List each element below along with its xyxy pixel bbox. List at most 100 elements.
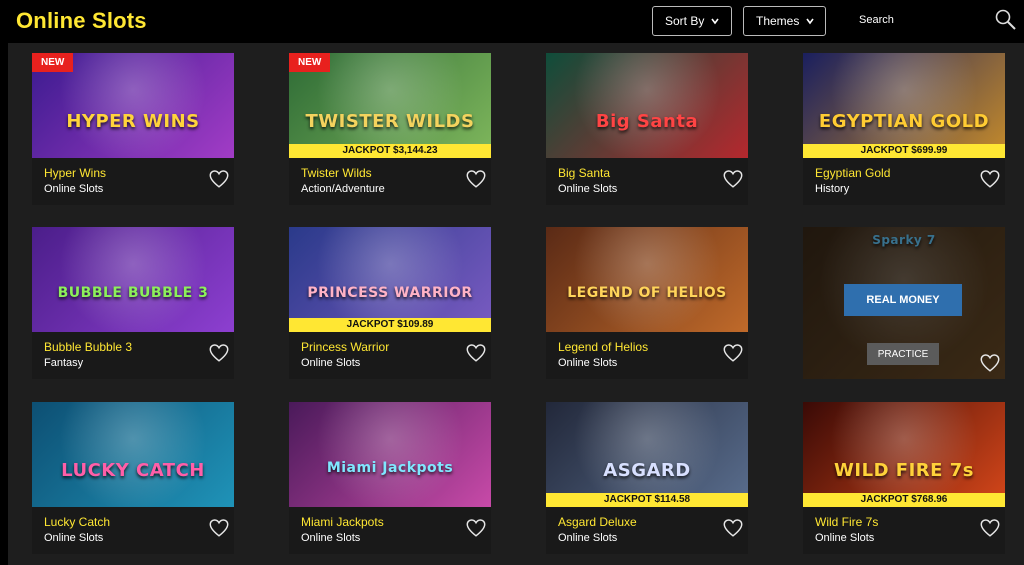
heart-icon[interactable] bbox=[979, 517, 1001, 539]
game-name[interactable]: Twister Wilds bbox=[301, 166, 372, 180]
game-logo: LEGEND OF HELIOS bbox=[567, 285, 727, 301]
new-badge: NEW bbox=[289, 53, 331, 72]
practice-button[interactable]: PRACTICE bbox=[867, 343, 939, 365]
game-tile[interactable]: Big Santa Big Santa Online Slots bbox=[546, 53, 748, 205]
game-tile[interactable]: ASGARD JACKPOT $114.58 Asgard Deluxe Online… bbox=[546, 402, 748, 554]
game-category: Online Slots bbox=[558, 183, 618, 195]
game-tile[interactable]: Miami Jackpots Miami Jackpots Online Slots bbox=[289, 402, 491, 554]
game-tile[interactable]: TWISTER WILDS NEW JACKPOT $3,144.23 Twister… bbox=[289, 53, 491, 205]
real-money-button[interactable]: REAL MONEY bbox=[844, 284, 962, 316]
game-logo: ASGARD bbox=[603, 460, 691, 481]
game-thumbnail[interactable]: HYPER WINS NEW bbox=[32, 53, 234, 158]
thumbnail-art bbox=[546, 227, 748, 332]
game-tile[interactable]: BUBBLE BUBBLE 3 Bubble Bubble 3 Fantasy bbox=[32, 227, 234, 379]
game-logo: LUCKY CATCH bbox=[61, 460, 205, 481]
search-icon[interactable] bbox=[994, 8, 1018, 32]
thumbnail-art bbox=[546, 402, 748, 507]
chevron-down-icon bbox=[711, 18, 719, 25]
game-tile[interactable]: WILD FIRE 7s JACKPOT $768.96 Wild Fire 7s O… bbox=[803, 402, 1005, 554]
game-thumbnail[interactable]: ASGARD bbox=[546, 402, 748, 507]
game-info: Lucky Catch Online Slots bbox=[32, 507, 234, 554]
game-info: Asgard Deluxe Online Slots bbox=[546, 507, 748, 554]
heart-icon[interactable] bbox=[465, 517, 487, 539]
game-category: Fantasy bbox=[44, 357, 84, 369]
jackpot-banner: JACKPOT $3,144.23 bbox=[289, 144, 491, 158]
game-name[interactable]: Miami Jackpots bbox=[301, 515, 384, 529]
thumbnail-art bbox=[32, 402, 234, 507]
thumbnail-art bbox=[803, 402, 1005, 507]
game-info: Big Santa Online Slots bbox=[546, 158, 748, 205]
themes-label: Themes bbox=[756, 14, 800, 28]
thumbnail-art bbox=[803, 53, 1005, 158]
game-logo: BUBBLE BUBBLE 3 bbox=[57, 285, 209, 301]
game-category: Online Slots bbox=[558, 357, 618, 369]
heart-icon[interactable] bbox=[465, 342, 487, 364]
game-tile[interactable]: EGYPTIAN GOLD JACKPOT $699.99 Egyptian Gol… bbox=[803, 53, 1005, 205]
game-logo: EGYPTIAN GOLD bbox=[818, 111, 990, 132]
thumbnail-art bbox=[546, 53, 748, 158]
game-category: Online Slots bbox=[44, 183, 104, 195]
game-category: Online Slots bbox=[815, 532, 875, 544]
heart-icon[interactable] bbox=[208, 342, 230, 364]
jackpot-banner: JACKPOT $699.99 bbox=[803, 144, 1005, 158]
thumbnail-art bbox=[289, 227, 491, 332]
jackpot-banner: JACKPOT $109.89 bbox=[289, 318, 491, 332]
game-name[interactable]: Asgard Deluxe bbox=[558, 515, 637, 529]
game-category: Action/Adventure bbox=[301, 183, 385, 195]
game-thumbnail[interactable]: Big Santa bbox=[546, 53, 748, 158]
game-tile[interactable]: HYPER WINS NEW Hyper Wins Online Slots bbox=[32, 53, 234, 205]
game-info: Miami Jackpots Online Slots bbox=[289, 507, 491, 554]
game-category: Online Slots bbox=[558, 532, 618, 544]
game-logo: HYPER WINS bbox=[66, 111, 200, 132]
game-thumbnail[interactable]: PRINCESS WARRIOR bbox=[289, 227, 491, 332]
game-info: Legend of Helios Online Slots bbox=[546, 332, 748, 379]
thumbnail-art bbox=[32, 227, 234, 332]
game-category: Online Slots bbox=[301, 357, 361, 369]
game-thumbnail[interactable]: LEGEND OF HELIOS bbox=[546, 227, 748, 332]
heart-icon[interactable] bbox=[208, 517, 230, 539]
game-name[interactable]: Lucky Catch bbox=[44, 515, 110, 529]
game-logo: TWISTER WILDS bbox=[305, 111, 475, 132]
jackpot-banner: JACKPOT $114.58 bbox=[546, 493, 748, 507]
heart-icon[interactable] bbox=[722, 168, 744, 190]
sort-by-dropdown[interactable]: Sort By bbox=[652, 6, 732, 36]
game-thumbnail[interactable]: WILD FIRE 7s bbox=[803, 402, 1005, 507]
heart-icon[interactable] bbox=[722, 517, 744, 539]
thumbnail-art bbox=[289, 402, 491, 507]
game-name[interactable]: Legend of Helios bbox=[558, 340, 648, 354]
game-thumbnail[interactable]: Miami Jackpots bbox=[289, 402, 491, 507]
game-thumbnail[interactable]: BUBBLE BUBBLE 3 bbox=[32, 227, 234, 332]
top-bar: Online Slots Sort By Themes Search bbox=[0, 0, 1024, 43]
game-logo: WILD FIRE 7s bbox=[834, 460, 974, 481]
games-grid: HYPER WINS NEW Hyper Wins Online Slots TWIST… bbox=[8, 43, 1024, 565]
heart-icon[interactable] bbox=[465, 168, 487, 190]
heart-icon[interactable] bbox=[208, 168, 230, 190]
heart-icon[interactable] bbox=[722, 342, 744, 364]
heart-icon[interactable] bbox=[979, 352, 1001, 374]
search-input[interactable]: Search bbox=[859, 14, 894, 26]
game-logo: Big Santa bbox=[595, 111, 699, 132]
game-thumbnail[interactable]: EGYPTIAN GOLD bbox=[803, 53, 1005, 158]
game-name[interactable]: Bubble Bubble 3 bbox=[44, 340, 132, 354]
game-info: Princess Warrior Online Slots bbox=[289, 332, 491, 379]
themes-dropdown[interactable]: Themes bbox=[743, 6, 826, 36]
chevron-down-icon bbox=[806, 18, 814, 25]
game-category: History bbox=[815, 183, 850, 195]
game-name[interactable]: Princess Warrior bbox=[301, 340, 389, 354]
game-category: Online Slots bbox=[301, 532, 361, 544]
game-tile[interactable]: LUCKY CATCH Lucky Catch Online Slots bbox=[32, 402, 234, 554]
game-category: Online Slots bbox=[44, 532, 104, 544]
heart-icon[interactable] bbox=[979, 168, 1001, 190]
game-name[interactable]: Egyptian Gold bbox=[815, 166, 890, 180]
game-thumbnail[interactable]: TWISTER WILDS NEW bbox=[289, 53, 491, 158]
game-tile[interactable]: Sparky 7 REAL MONEY PRACTICE bbox=[803, 227, 1005, 379]
sort-by-label: Sort By bbox=[665, 14, 705, 28]
game-thumbnail[interactable]: LUCKY CATCH bbox=[32, 402, 234, 507]
game-tile[interactable]: PRINCESS WARRIOR JACKPOT $109.89 Princess … bbox=[289, 227, 491, 379]
game-info: Egyptian Gold History bbox=[803, 158, 1005, 205]
game-info: Wild Fire 7s Online Slots bbox=[803, 507, 1005, 554]
game-name[interactable]: Wild Fire 7s bbox=[815, 515, 878, 529]
game-name[interactable]: Big Santa bbox=[558, 166, 610, 180]
game-tile[interactable]: LEGEND OF HELIOS Legend of Helios Online S… bbox=[546, 227, 748, 379]
game-name[interactable]: Hyper Wins bbox=[44, 166, 106, 180]
